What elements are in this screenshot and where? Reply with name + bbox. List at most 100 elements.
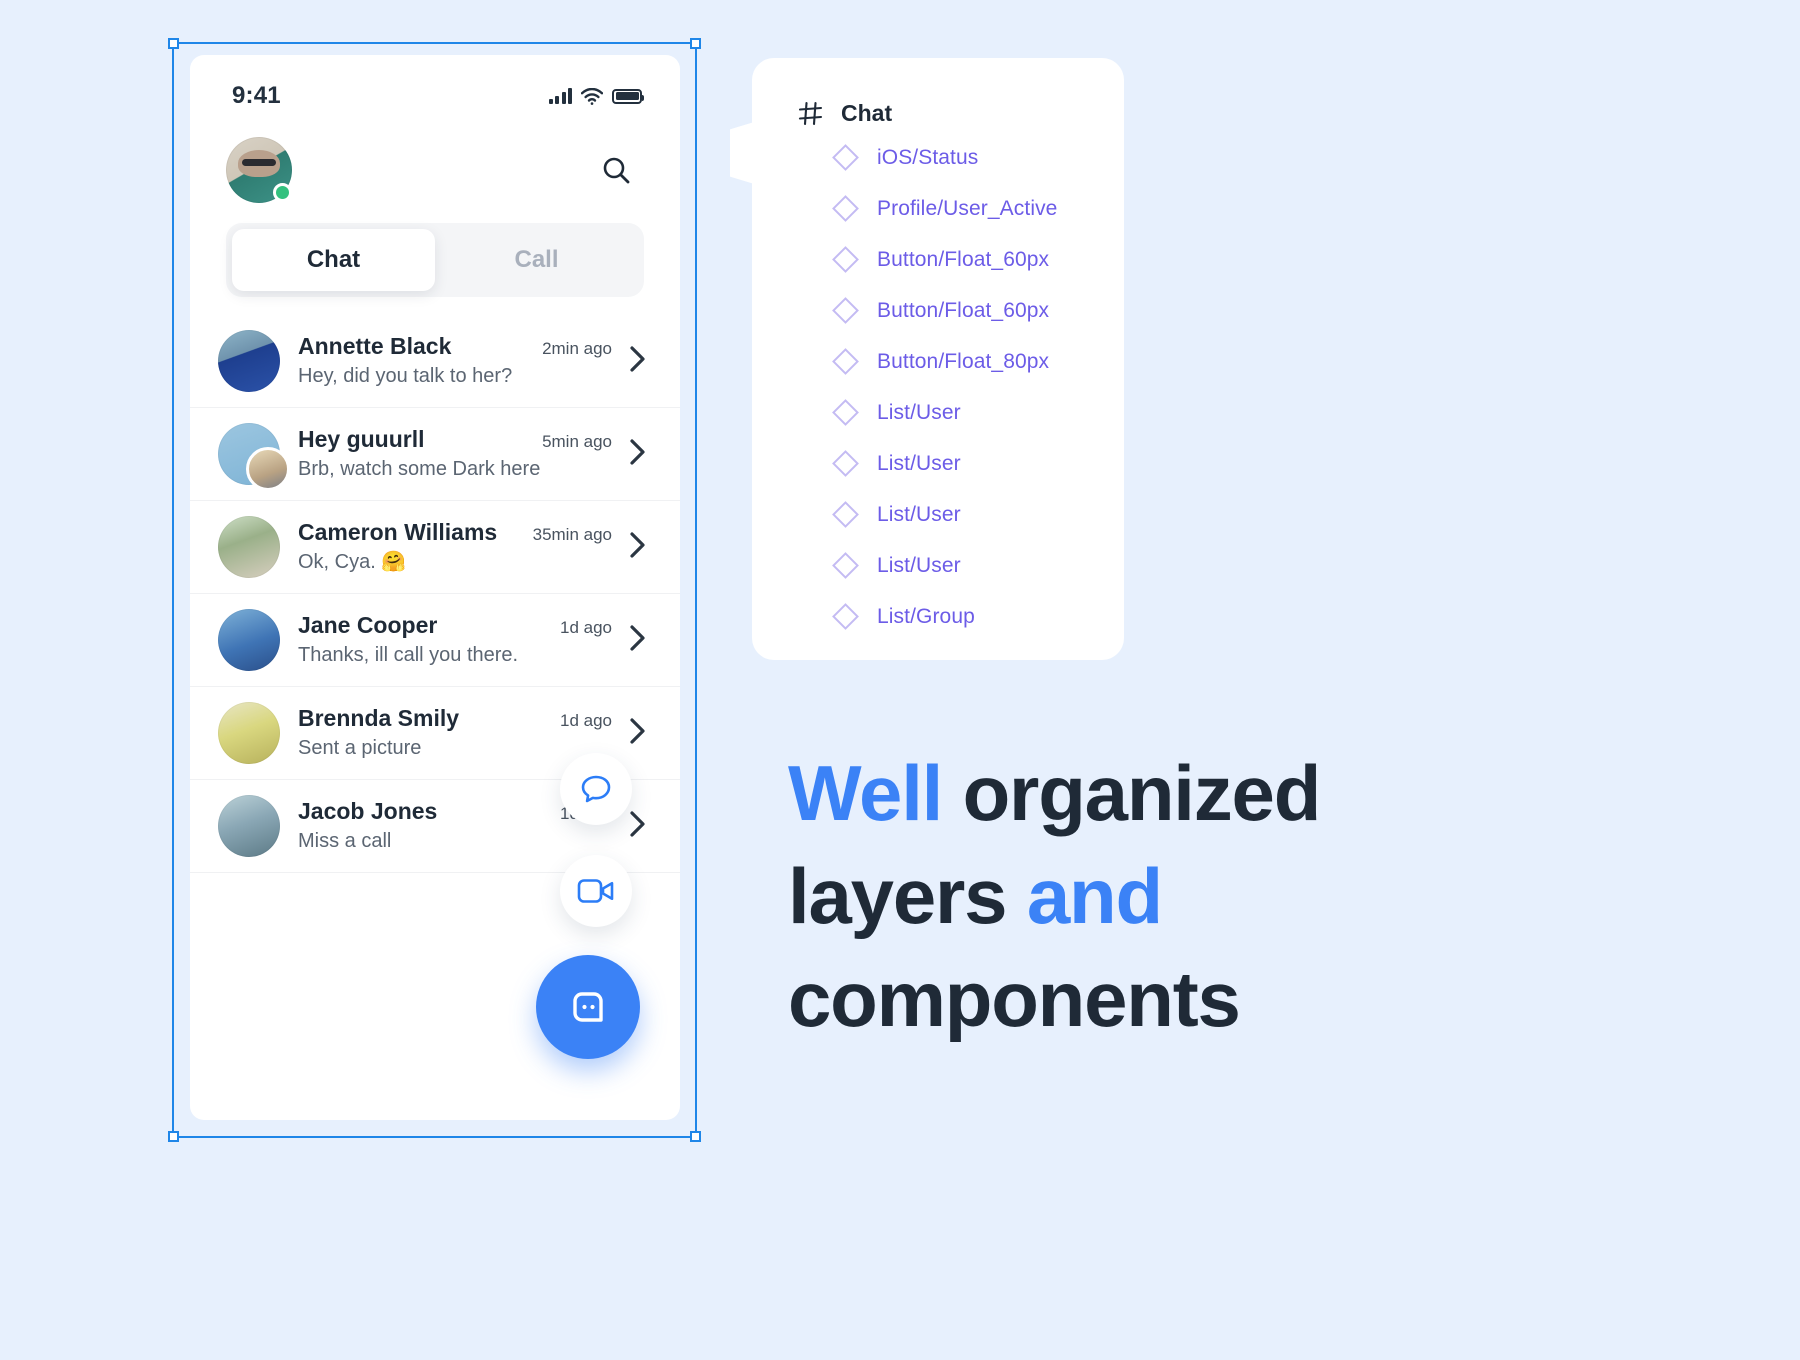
- avatar[interactable]: [226, 137, 292, 203]
- contact-name: Brennda Smily: [298, 704, 460, 731]
- headline-word-layers: layers: [788, 851, 1027, 940]
- headline-word-organized: organized: [962, 749, 1322, 837]
- page-title: Well organized layers and components: [788, 742, 1668, 1051]
- new-message-button[interactable]: [536, 955, 640, 1059]
- selection-handle-bottom-right[interactable]: [690, 1131, 701, 1142]
- layers-panel: Chat iOS/Status Profile/User_Active Butt…: [730, 58, 1124, 660]
- layer-item-list-user-2[interactable]: List/User: [752, 438, 1124, 489]
- layer-item-list-group[interactable]: List/Group: [752, 591, 1124, 642]
- component-diamond-icon: [832, 348, 859, 375]
- timestamp: 2min ago: [542, 339, 612, 358]
- layer-item-button-float-80px[interactable]: Button/Float_80px: [752, 336, 1124, 387]
- layer-item-ios-status[interactable]: iOS/Status: [752, 132, 1124, 183]
- chevron-right-icon[interactable]: [628, 436, 648, 473]
- table-row[interactable]: Annette Black Hey, did you talk to her? …: [190, 315, 680, 408]
- chevron-right-icon[interactable]: [628, 622, 648, 659]
- message-dots-icon: [573, 992, 603, 1022]
- canvas: 9:41 Chat Call Annette Black Hey, did yo…: [0, 0, 1800, 1360]
- layer-label: List/User: [877, 502, 961, 526]
- contact-name: Jane Cooper: [298, 611, 438, 638]
- video-camera-icon: [577, 879, 614, 903]
- headline-line-3: components: [788, 948, 1668, 1051]
- battery-icon: [612, 88, 644, 104]
- contact-name: Annette Black: [298, 332, 452, 359]
- headline-word-and: and: [1026, 851, 1163, 940]
- component-diamond-icon: [832, 195, 859, 222]
- chevron-right-icon[interactable]: [628, 343, 648, 380]
- selection-handle-top-right[interactable]: [690, 38, 701, 49]
- last-message: Thanks, ill call you there.: [298, 644, 519, 667]
- timestamp: 1d ago: [560, 618, 612, 637]
- selection-handle-bottom-left[interactable]: [168, 1131, 179, 1142]
- floating-chat-button[interactable]: [560, 753, 632, 825]
- layer-item-profile-user-active[interactable]: Profile/User_Active: [752, 183, 1124, 234]
- chevron-right-icon[interactable]: [628, 715, 648, 752]
- avatar-secondary: [246, 447, 290, 491]
- timestamp: 35min ago: [532, 525, 612, 544]
- last-message: Hey, did you talk to her?: [298, 365, 513, 388]
- chevron-right-icon[interactable]: [628, 529, 648, 566]
- last-message: Miss a call: [298, 830, 392, 853]
- layers-panel-header: Chat: [752, 88, 1124, 132]
- contact-name: Jacob Jones: [298, 797, 438, 824]
- phone-mockup: 9:41 Chat Call Annette Black Hey, did yo…: [190, 55, 680, 1120]
- timestamp: 5min ago: [542, 432, 612, 451]
- avatar-group: [218, 423, 290, 491]
- panel-tail: [730, 116, 774, 190]
- phone-header: [190, 119, 680, 215]
- last-message: Brb, watch some Dark here: [298, 458, 541, 481]
- component-diamond-icon: [832, 501, 859, 528]
- layer-label: Button/Float_60px: [877, 247, 1050, 271]
- layer-item-button-float-60px-2[interactable]: Button/Float_60px: [752, 285, 1124, 336]
- contact-name: Hey guuurll: [298, 425, 425, 452]
- search-button[interactable]: [594, 148, 638, 192]
- chevron-right-icon[interactable]: [628, 808, 648, 845]
- floating-video-button[interactable]: [560, 855, 632, 927]
- chat-text: Cameron Williams Ok, Cya. 🤗: [298, 518, 525, 577]
- signal-bars-icon: [548, 88, 572, 104]
- status-bar: 9:41: [190, 55, 680, 119]
- component-diamond-icon: [832, 450, 859, 477]
- layer-label: Button/Float_80px: [877, 349, 1050, 373]
- chat-bubble-icon: [581, 775, 611, 803]
- layer-item-button-float-60px-1[interactable]: Button/Float_60px: [752, 234, 1124, 285]
- hash-frame-icon: [798, 101, 823, 125]
- layer-label: List/User: [877, 400, 961, 424]
- last-message: Sent a picture: [298, 737, 422, 760]
- avatar: [218, 702, 280, 764]
- layer-item-list-user-1[interactable]: List/User: [752, 387, 1124, 438]
- tab-call[interactable]: Call: [435, 229, 638, 291]
- tab-chat[interactable]: Chat: [232, 229, 435, 291]
- search-icon: [603, 157, 630, 184]
- layer-label: List/Group: [877, 604, 975, 628]
- layer-label: Button/Float_60px: [877, 298, 1050, 322]
- layer-label: List/User: [877, 451, 961, 475]
- timestamp: 1d ago: [560, 711, 612, 730]
- avatar: [218, 516, 280, 578]
- chat-text: Hey guuurll Brb, watch some Dark here: [298, 425, 541, 484]
- layer-label: List/User: [877, 553, 961, 577]
- wifi-icon: [581, 87, 603, 105]
- headline-word-components: components: [788, 954, 1241, 1043]
- component-diamond-icon: [832, 297, 859, 324]
- table-row[interactable]: Cameron Williams Ok, Cya. 🤗 35min ago: [190, 501, 680, 594]
- layers-panel-title: Chat: [841, 99, 893, 126]
- layer-item-list-user-3[interactable]: List/User: [752, 489, 1124, 540]
- chat-text: Brennda Smily Sent a picture: [298, 704, 552, 763]
- table-row[interactable]: Jane Cooper Thanks, ill call you there. …: [190, 594, 680, 687]
- selection-handle-top-left[interactable]: [168, 38, 179, 49]
- headline-line-1: Well organized: [788, 742, 1668, 845]
- layer-label: iOS/Status: [877, 145, 979, 169]
- layer-label: Profile/User_Active: [877, 196, 1058, 220]
- contact-name: Cameron Williams: [298, 518, 498, 545]
- layer-item-list-user-4[interactable]: List/User: [752, 540, 1124, 591]
- online-status-dot: [273, 183, 292, 202]
- table-row[interactable]: Hey guuurll Brb, watch some Dark here 5m…: [190, 408, 680, 501]
- chat-text: Jane Cooper Thanks, ill call you there.: [298, 611, 552, 670]
- component-diamond-icon: [832, 246, 859, 273]
- avatar: [218, 330, 280, 392]
- headline-line-2: layers and: [788, 845, 1668, 948]
- chat-text: Annette Black Hey, did you talk to her?: [298, 332, 534, 391]
- chat-text: Jacob Jones Miss a call: [298, 797, 552, 856]
- status-time: 9:41: [232, 82, 281, 109]
